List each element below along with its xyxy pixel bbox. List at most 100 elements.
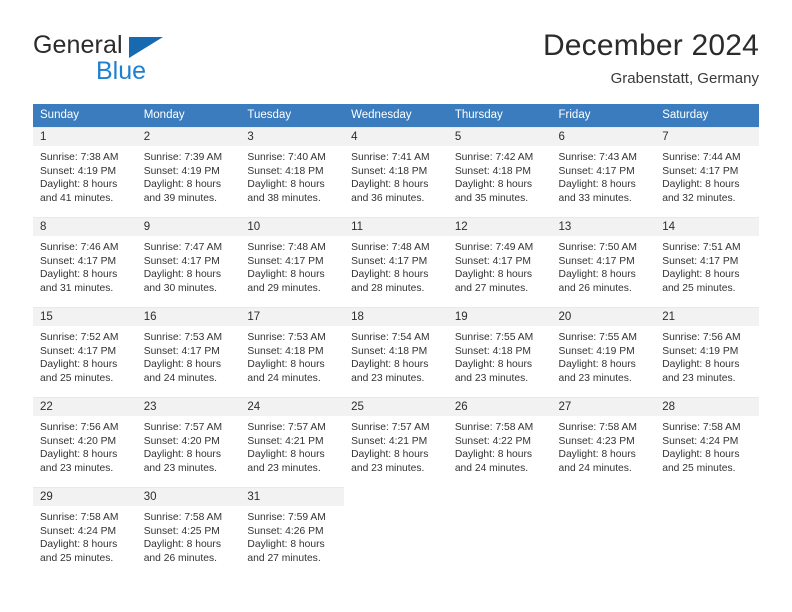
sunrise-time: Sunrise: 7:58 AM [558,422,637,433]
day-number [551,488,656,506]
calendar-day-cell[interactable]: 22 Sunrise: 7:56 AM Sunset: 4:20 PM Dayligh… [33,397,137,488]
calendar-day-cell[interactable]: 8 Sunrise: 7:46 AM Sunset: 4:17 PM Daylight… [33,217,137,308]
blue-triangle-icon [129,37,163,58]
calendar-day-cell[interactable]: 4 Sunrise: 7:41 AM Sunset: 4:18 PM Daylight… [344,127,448,218]
daylight-duration-line1: Daylight: 8 hours [247,449,325,461]
sunrise-time: Sunrise: 7:44 AM [662,152,741,163]
page-subtitle-location: Grabenstatt, Germany [610,70,759,87]
page-header: General Blue December 2024 Grabenstatt, … [33,28,759,94]
sunrise-time: Sunrise: 7:53 AM [247,332,326,343]
day-number: 11 [344,218,448,236]
calendar-day-cell[interactable]: 18 Sunrise: 7:54 AM Sunset: 4:18 PM Dayligh… [344,307,448,398]
calendar-day-cell[interactable]: 3 Sunrise: 7:40 AM Sunset: 4:18 PM Daylight… [240,127,345,218]
calendar-day-cell[interactable]: 7 Sunrise: 7:44 AM Sunset: 4:17 PM Daylight… [655,127,759,218]
day-number: 29 [33,488,137,506]
day-details: Sunrise: 7:55 AM Sunset: 4:19 PM Daylight:… [552,326,656,385]
daylight-duration-line2: and 36 minutes. [351,192,425,204]
day-details: Sunrise: 7:50 AM Sunset: 4:17 PM Daylight:… [552,236,656,295]
day-details: Sunrise: 7:57 AM Sunset: 4:21 PM Daylight:… [344,416,448,475]
calendar-day-cell[interactable]: 25 Sunrise: 7:57 AM Sunset: 4:21 PM Dayligh… [344,397,448,488]
sunset-time: Sunset: 4:21 PM [351,435,428,447]
day-details: Sunrise: 7:58 AM Sunset: 4:22 PM Daylight:… [448,416,552,475]
day-details: Sunrise: 7:44 AM Sunset: 4:17 PM Daylight:… [655,146,759,205]
day-details: Sunrise: 7:57 AM Sunset: 4:21 PM Daylight:… [240,416,344,475]
calendar-day-cell-empty [447,487,552,578]
calendar-day-cell[interactable]: 29 Sunrise: 7:58 AM Sunset: 4:24 PM Dayligh… [33,487,137,578]
sunrise-time: Sunrise: 7:55 AM [454,332,534,343]
daylight-duration-line2: and 25 minutes. [662,282,736,294]
calendar-day-cell[interactable]: 19 Sunrise: 7:55 AM Sunset: 4:18 PM Dayligh… [447,307,552,398]
sunrise-time: Sunrise: 7:49 AM [454,242,534,253]
day-number: 26 [447,398,552,416]
sunrise-time: Sunrise: 7:38 AM [40,152,119,163]
calendar-day-cell[interactable]: 2 Sunrise: 7:39 AM Sunset: 4:19 PM Daylight… [136,127,241,218]
sunset-time: Sunset: 4:18 PM [351,345,428,357]
brand-name-blue: Blue [96,57,147,85]
day-number: 7 [655,128,759,146]
daylight-duration-line2: and 23 minutes. [143,462,217,474]
calendar-day-cell[interactable]: 11 Sunrise: 7:48 AM Sunset: 4:17 PM Dayligh… [344,217,448,308]
calendar-day-cell[interactable]: 31 Sunrise: 7:59 AM Sunset: 4:26 PM Dayligh… [240,487,345,578]
day-details: Sunrise: 7:48 AM Sunset: 4:17 PM Daylight:… [344,236,448,295]
calendar-day-cell[interactable]: 9 Sunrise: 7:47 AM Sunset: 4:17 PM Daylight… [136,217,241,308]
daylight-duration-line1: Daylight: 8 hours [558,449,636,461]
daylight-duration-line1: Daylight: 8 hours [454,359,533,371]
daylight-duration-line2: and 23 minutes. [351,462,425,474]
daylight-duration-line2: and 24 minutes. [454,462,529,474]
day-number: 18 [344,308,448,326]
sunrise-time: Sunrise: 7:56 AM [662,332,741,343]
daylight-duration-line1: Daylight: 8 hours [40,179,118,191]
calendar-day-cell[interactable]: 10 Sunrise: 7:48 AM Sunset: 4:17 PM Dayligh… [240,217,345,308]
day-details: Sunrise: 7:42 AM Sunset: 4:18 PM Daylight:… [448,146,552,205]
day-number [655,488,759,506]
calendar-day-cell[interactable]: 14 Sunrise: 7:51 AM Sunset: 4:17 PM Dayligh… [655,217,759,308]
calendar-day-cell[interactable]: 26 Sunrise: 7:58 AM Sunset: 4:22 PM Dayligh… [447,397,552,488]
sunrise-sunset-calendar-table: Sunday Monday Tuesday Wednesday Thursday… [33,104,759,578]
daylight-duration-line2: and 25 minutes. [662,462,736,474]
calendar-day-cell[interactable]: 6 Sunrise: 7:43 AM Sunset: 4:17 PM Daylight… [551,127,656,218]
day-number [344,488,448,506]
calendar-day-cell-empty [344,487,448,578]
calendar-day-cell[interactable]: 30 Sunrise: 7:58 AM Sunset: 4:25 PM Dayligh… [136,487,241,578]
calendar-day-cell[interactable]: 28 Sunrise: 7:58 AM Sunset: 4:24 PM Dayligh… [655,397,759,488]
daylight-duration-line2: and 26 minutes. [558,282,632,294]
day-number: 30 [136,488,241,506]
calendar-day-cell[interactable]: 13 Sunrise: 7:50 AM Sunset: 4:17 PM Dayligh… [551,217,656,308]
sunset-time: Sunset: 4:19 PM [558,345,635,357]
day-number: 15 [33,308,137,326]
daylight-duration-line2: and 27 minutes. [247,552,321,564]
page-title: December 2024 [542,29,759,62]
day-number: 12 [447,218,552,236]
calendar-day-cell[interactable]: 17 Sunrise: 7:53 AM Sunset: 4:18 PM Dayligh… [240,307,345,398]
calendar-day-cell[interactable]: 12 Sunrise: 7:49 AM Sunset: 4:17 PM Dayligh… [447,217,552,308]
calendar-day-cell[interactable]: 21 Sunrise: 7:56 AM Sunset: 4:19 PM Dayligh… [655,307,759,398]
day-number: 5 [447,128,552,146]
calendar-day-cell[interactable]: 1 Sunrise: 7:38 AM Sunset: 4:19 PM Daylight… [33,127,137,218]
sunset-time: Sunset: 4:20 PM [143,435,220,447]
daylight-duration-line2: and 28 minutes. [351,282,425,294]
day-details: Sunrise: 7:53 AM Sunset: 4:17 PM Daylight:… [137,326,241,385]
general-blue-logo[interactable]: General Blue [33,32,263,90]
day-number: 8 [33,218,137,236]
day-details: Sunrise: 7:58 AM Sunset: 4:25 PM Daylight:… [137,506,241,565]
calendar-day-cell[interactable]: 5 Sunrise: 7:42 AM Sunset: 4:18 PM Daylight… [447,127,552,218]
day-number: 14 [655,218,759,236]
calendar-day-cell[interactable]: 23 Sunrise: 7:57 AM Sunset: 4:20 PM Dayligh… [136,397,241,488]
calendar-day-cell[interactable]: 27 Sunrise: 7:58 AM Sunset: 4:23 PM Dayligh… [551,397,656,488]
calendar-day-cell[interactable]: 15 Sunrise: 7:52 AM Sunset: 4:17 PM Dayligh… [33,307,137,398]
calendar-week-row: 8 Sunrise: 7:46 AM Sunset: 4:17 PM Daylight… [33,217,759,308]
sunrise-time: Sunrise: 7:53 AM [143,332,223,343]
day-details: Sunrise: 7:59 AM Sunset: 4:26 PM Daylight:… [240,506,344,565]
daylight-duration-line1: Daylight: 8 hours [662,359,740,371]
calendar-week-row: 22 Sunrise: 7:56 AM Sunset: 4:20 PM Dayligh… [33,397,759,488]
calendar-day-cell[interactable]: 20 Sunrise: 7:55 AM Sunset: 4:19 PM Dayligh… [551,307,656,398]
daylight-duration-line1: Daylight: 8 hours [351,449,429,461]
calendar-day-cell[interactable]: 16 Sunrise: 7:53 AM Sunset: 4:17 PM Dayligh… [136,307,241,398]
calendar-day-cell[interactable]: 24 Sunrise: 7:57 AM Sunset: 4:21 PM Dayligh… [240,397,345,488]
daylight-duration-line1: Daylight: 8 hours [662,269,740,281]
sunset-time: Sunset: 4:23 PM [558,435,635,447]
day-number: 21 [655,308,759,326]
sunrise-time: Sunrise: 7:59 AM [247,512,326,523]
column-header-sunday: Sunday [33,104,137,128]
daylight-duration-line2: and 24 minutes. [247,372,321,384]
